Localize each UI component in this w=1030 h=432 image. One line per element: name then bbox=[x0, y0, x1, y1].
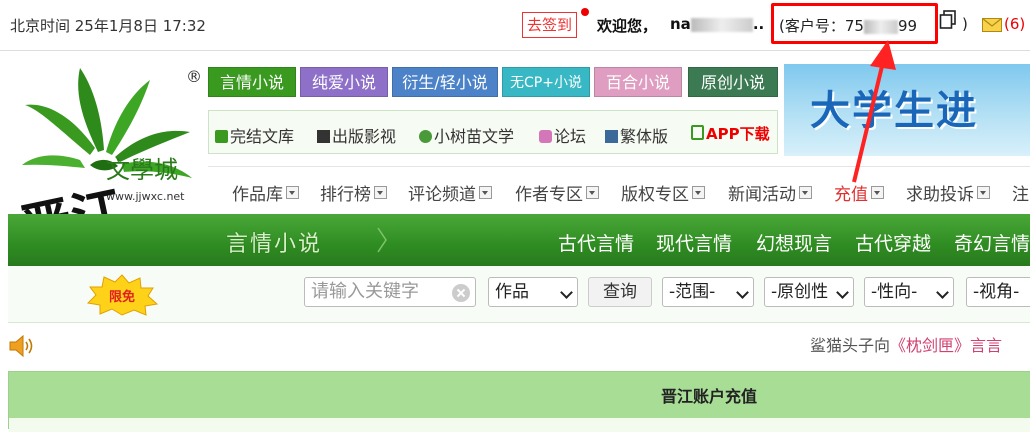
nav-recharge[interactable]: 充值 bbox=[834, 180, 884, 205]
banner-text: 大学生进 bbox=[810, 88, 978, 134]
nav-reviews[interactable]: 评论频道 bbox=[408, 180, 492, 205]
filter-scope-select[interactable]: -范围- bbox=[662, 277, 754, 307]
dropdown-icon bbox=[374, 186, 387, 199]
promo-banner[interactable]: 大学生进 bbox=[784, 64, 1030, 156]
section-link-ancient-time-travel[interactable]: 古代穿越 bbox=[855, 229, 931, 256]
recharge-title: 晋江账户充值 bbox=[660, 387, 757, 406]
username-redacted bbox=[690, 17, 753, 32]
section-link-fantasy-romance[interactable]: 奇幻言情 bbox=[954, 229, 1030, 256]
filter-orientation-select[interactable]: -性向- bbox=[864, 277, 954, 307]
dropdown-icon bbox=[871, 186, 884, 199]
free-badge[interactable]: 限免 bbox=[86, 274, 158, 316]
book-icon bbox=[605, 130, 618, 143]
category-danmei[interactable]: 纯爱小说 bbox=[300, 67, 388, 97]
username[interactable]: na.. bbox=[670, 15, 764, 33]
recharge-panel: 晋江账户充值 bbox=[8, 371, 1030, 432]
clear-icon[interactable] bbox=[452, 284, 470, 302]
chat-icon bbox=[539, 130, 552, 143]
category-romance[interactable]: 言情小说 bbox=[208, 67, 296, 97]
ticker-book-title[interactable]: 《枕剑匣》 bbox=[890, 336, 970, 355]
copy-icon[interactable] bbox=[939, 10, 957, 30]
dropdown-icon bbox=[977, 186, 990, 199]
sublinks-bar: 完结文库 出版影视 小树苗文学 论坛 繁体版 APP下载 bbox=[208, 110, 778, 154]
phone-icon bbox=[691, 125, 704, 140]
ticker-suffix: 言言 bbox=[970, 336, 1003, 355]
category-fanfic-light-novel[interactable]: 衍生/轻小说 bbox=[392, 67, 498, 97]
speaker-icon bbox=[9, 334, 33, 358]
nav-copyright-zone[interactable]: 版权专区 bbox=[621, 180, 705, 205]
top-bar: 北京时间 25年1月8日 17:32 去签到 欢迎您， na.. (客户号：75… bbox=[0, 0, 1030, 51]
nav-help[interactable]: 求助投诉 bbox=[906, 180, 990, 205]
filter-perspective-select[interactable]: -视角- bbox=[966, 277, 1030, 307]
nav-register[interactable]: 注 bbox=[1012, 180, 1029, 205]
category-original[interactable]: 原创小说 bbox=[688, 67, 778, 97]
mail-count[interactable]: (6) bbox=[1004, 15, 1025, 33]
beijing-time: 北京时间 25年1月8日 17:32 bbox=[10, 17, 206, 35]
nav-works[interactable]: 作品库 bbox=[232, 180, 299, 205]
sublink-forum[interactable]: 论坛 bbox=[539, 123, 586, 147]
dropdown-icon bbox=[286, 186, 299, 199]
ticker-prefix: 鲨猫头子向 bbox=[810, 336, 891, 355]
sublink-publishing[interactable]: 出版影视 bbox=[317, 123, 396, 147]
dropdown-icon bbox=[692, 186, 705, 199]
nav-rankings[interactable]: 排行榜 bbox=[320, 180, 387, 205]
section-link-modern-romance[interactable]: 现代言情 bbox=[656, 229, 732, 256]
section-link-ancient-romance[interactable]: 古代言情 bbox=[558, 229, 634, 256]
sapling-icon bbox=[419, 130, 432, 143]
section-bar: 言情小说 古代言情 现代言情 幻想现言 古代穿越 奇幻言情 bbox=[8, 214, 1030, 266]
sublink-completed-library[interactable]: 完结文库 bbox=[215, 123, 294, 147]
chevron-down-icon bbox=[736, 286, 749, 299]
customer-number-paren: ) bbox=[962, 15, 968, 33]
chevron-right-icon bbox=[377, 227, 387, 253]
search-row: 限免 请输入关键字 作品 查询 -范围- -原创性 -性向- -视角- bbox=[8, 266, 1030, 323]
search-input[interactable]: 请输入关键字 bbox=[304, 277, 476, 307]
sublink-sapling-literature[interactable]: 小树苗文学 bbox=[419, 123, 514, 147]
film-icon bbox=[317, 130, 330, 143]
notification-dot bbox=[581, 8, 589, 16]
category-no-cp[interactable]: 无CP+小说 bbox=[502, 67, 590, 97]
nav-author-zone[interactable]: 作者专区 bbox=[515, 180, 599, 205]
username-prefix: na bbox=[670, 15, 691, 33]
logo-registered: ® bbox=[186, 67, 200, 86]
chevron-down-icon bbox=[836, 286, 849, 299]
chevron-down-icon bbox=[936, 286, 949, 299]
dropdown-icon bbox=[586, 186, 599, 199]
free-badge-label: 限免 bbox=[109, 289, 135, 305]
chevron-down-icon bbox=[560, 286, 573, 299]
username-suffix: .. bbox=[752, 15, 765, 33]
sublink-app-download[interactable]: APP下载 bbox=[691, 123, 770, 144]
dropdown-icon bbox=[479, 186, 492, 199]
recharge-body bbox=[9, 418, 1030, 432]
check-icon bbox=[215, 130, 228, 143]
checkin-button[interactable]: 去签到 bbox=[522, 12, 578, 38]
search-type-select[interactable]: 作品 bbox=[488, 277, 578, 307]
customer-number-highlight-box bbox=[771, 3, 938, 44]
main-nav: 作品库 排行榜 评论频道 作者专区 版权专区 新闻活动 充值 求助投诉 注 bbox=[208, 166, 1030, 215]
nav-news[interactable]: 新闻活动 bbox=[728, 180, 812, 205]
filter-originality-select[interactable]: -原创性 bbox=[764, 277, 854, 307]
sublink-traditional[interactable]: 繁体版 bbox=[605, 123, 668, 147]
mail-icon[interactable] bbox=[982, 18, 1002, 32]
logo-site-name: 文學城 bbox=[106, 156, 178, 184]
news-ticker[interactable]: 鲨猫头子向《枕剑匣》言言 bbox=[810, 332, 1002, 356]
section-link-fantasy-modern[interactable]: 幻想现言 bbox=[756, 229, 832, 256]
section-title: 言情小说 bbox=[226, 232, 323, 257]
query-button[interactable]: 查询 bbox=[588, 277, 652, 307]
category-yuri[interactable]: 百合小说 bbox=[594, 67, 682, 97]
welcome-text: 欢迎您， bbox=[597, 17, 658, 35]
dropdown-icon bbox=[799, 186, 812, 199]
